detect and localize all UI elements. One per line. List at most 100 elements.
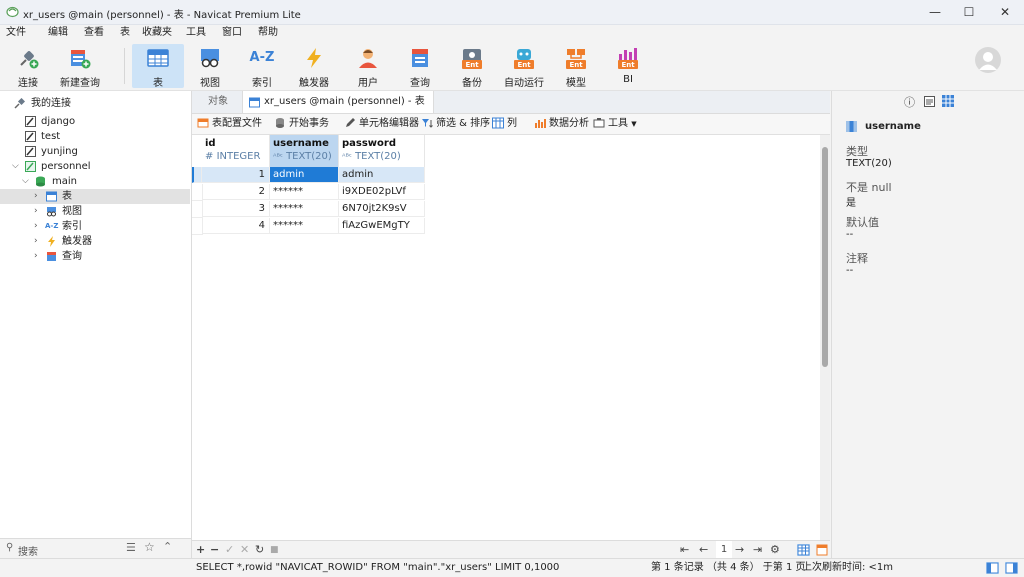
info-icon[interactable]: ⓘ: [904, 94, 915, 110]
delete-record-button[interactable]: −: [210, 541, 219, 559]
table-config-button[interactable]: 表配置文件: [197, 114, 262, 134]
model-button[interactable]: Ent 模型: [556, 44, 596, 89]
avatar[interactable]: [974, 46, 1002, 74]
left-panel-toggle-icon[interactable]: [986, 562, 999, 574]
tree-item-connection[interactable]: test: [0, 129, 190, 144]
cell-password[interactable]: admin: [339, 167, 425, 183]
tree-item-connection[interactable]: yunjing: [0, 144, 190, 159]
cell-username[interactable]: ******: [270, 218, 339, 234]
cell-id[interactable]: 4: [202, 218, 270, 234]
close-button[interactable]: ✕: [988, 0, 1022, 24]
chevron-down-icon[interactable]: ⌵: [22, 174, 29, 189]
tree-item-schema[interactable]: ⌵ main: [0, 174, 190, 189]
apply-changes-button[interactable]: ✓: [225, 541, 234, 559]
first-page-button[interactable]: ⇤: [680, 541, 689, 559]
star-icon[interactable]: ☆: [144, 540, 155, 554]
cell-id[interactable]: 1: [202, 167, 270, 183]
scrollbar-thumb[interactable]: [822, 147, 828, 367]
cell-username[interactable]: admin: [270, 167, 339, 183]
svg-text:Ent: Ent: [621, 61, 635, 69]
filter-icon[interactable]: ☰: [126, 541, 136, 554]
data-analysis-button[interactable]: 数据分析: [534, 114, 589, 134]
grid-view-icon[interactable]: [797, 544, 810, 556]
chevron-right-icon[interactable]: ›: [34, 189, 38, 204]
collapse-icon[interactable]: ⌃: [163, 540, 172, 553]
tools-dropdown[interactable]: 工具 ▼: [593, 114, 637, 134]
tree-item-views[interactable]: › 视图: [0, 204, 190, 219]
preview-panel-icon[interactable]: [942, 95, 954, 107]
last-page-button[interactable]: ⇥: [753, 541, 762, 559]
sqlite-connection-icon: [25, 116, 36, 127]
query-button[interactable]: 查询: [400, 44, 440, 89]
right-panel-toggle-icon[interactable]: [1005, 562, 1018, 574]
chevron-right-icon[interactable]: ›: [34, 219, 38, 234]
menu-edit[interactable]: 编辑: [34, 25, 76, 41]
stop-button[interactable]: ■: [270, 541, 279, 559]
menu-file[interactable]: 文件: [0, 25, 34, 41]
cell-id[interactable]: 2: [202, 184, 270, 200]
column-header-id[interactable]: id # INTEGER: [202, 135, 270, 168]
search-input[interactable]: 搜索: [18, 543, 38, 558]
automation-button[interactable]: Ent 自动运行: [502, 44, 546, 89]
tree-item-connection[interactable]: django: [0, 114, 190, 129]
data-grid: id # INTEGER username ᴬᴮᶜ TEXT(20) passw…: [192, 135, 820, 540]
default-label: 默认值: [846, 216, 879, 229]
cell-editor-button[interactable]: 单元格编辑器: [344, 114, 419, 134]
view-button[interactable]: 视图: [190, 44, 230, 89]
next-page-button[interactable]: →: [735, 541, 744, 559]
ddl-icon[interactable]: [924, 96, 935, 107]
cell-password[interactable]: fiAzGwEMgTY: [339, 218, 425, 234]
new-query-button[interactable]: 新建查询: [56, 44, 104, 89]
caret-down-icon: ▼: [631, 120, 637, 128]
columns-button[interactable]: 列: [492, 114, 517, 134]
cell-password[interactable]: 6N70jt2K9sV: [339, 201, 425, 217]
bi-button[interactable]: Ent BI: [610, 44, 646, 88]
trigger-button[interactable]: 触发器: [294, 44, 334, 89]
chevron-right-icon[interactable]: ›: [34, 204, 38, 219]
form-view-icon[interactable]: [816, 544, 828, 556]
menu-favorites[interactable]: 收藏夹: [138, 25, 180, 41]
prev-page-button[interactable]: ←: [699, 541, 708, 559]
backup-button[interactable]: Ent 备份: [452, 44, 492, 89]
menu-help[interactable]: 帮助: [250, 25, 286, 41]
column-header-password[interactable]: password ᴬᴮᶜ TEXT(20): [339, 135, 425, 168]
filter-sort-button[interactable]: 筛选 & 排序: [421, 114, 490, 134]
chevron-down-icon[interactable]: ⌵: [12, 159, 19, 174]
tree-header-my-connections[interactable]: 我的连接: [0, 96, 190, 111]
begin-transaction-button[interactable]: 开始事务: [274, 114, 329, 134]
tab-objects[interactable]: 对象: [208, 91, 228, 113]
grid-vertical-scrollbar[interactable]: [820, 135, 830, 540]
settings-icon[interactable]: ⚙: [770, 541, 780, 559]
tree-item-tables[interactable]: › 表: [0, 189, 190, 204]
table-button[interactable]: 表: [132, 44, 184, 89]
cell-id[interactable]: 3: [202, 201, 270, 217]
column-header-username[interactable]: username ᴬᴮᶜ TEXT(20): [270, 135, 339, 168]
chevron-right-icon[interactable]: ›: [34, 249, 38, 264]
menu-window[interactable]: 窗口: [214, 25, 250, 41]
tree-item-triggers[interactable]: › 触发器: [0, 234, 190, 249]
cell-password[interactable]: i9XDE02pLVf: [339, 184, 425, 200]
connect-button[interactable]: 连接: [8, 44, 48, 89]
row-indicator[interactable]: [192, 167, 202, 183]
chevron-right-icon[interactable]: ›: [34, 234, 38, 249]
menu-tools[interactable]: 工具: [180, 25, 214, 41]
tree-item-indexes[interactable]: › A-Z 索引: [0, 219, 190, 234]
tree-item-queries[interactable]: › 查询: [0, 249, 190, 264]
backup-icon: Ent: [462, 49, 482, 69]
minimize-button[interactable]: —: [918, 0, 952, 24]
index-button[interactable]: A-Z 索引: [242, 44, 282, 89]
tab-xr-users[interactable]: xr_users @main (personnel) - 表: [242, 91, 434, 113]
discard-changes-button[interactable]: ✕: [240, 541, 249, 559]
tree-item-connection-open[interactable]: ⌵ personnel: [0, 159, 190, 174]
maximize-button[interactable]: ☐: [952, 0, 986, 24]
user-button[interactable]: 用户: [348, 44, 388, 89]
refresh-button[interactable]: ↻: [255, 541, 264, 559]
cell-username[interactable]: ******: [270, 184, 339, 200]
menu-view[interactable]: 查看: [76, 25, 112, 41]
page-number-input[interactable]: 1: [716, 541, 732, 559]
cell-username[interactable]: ******: [270, 201, 339, 217]
table-config-icon: [197, 118, 209, 128]
comment-label: 注释: [846, 252, 868, 265]
add-record-button[interactable]: +: [196, 541, 205, 559]
menu-table[interactable]: 表: [112, 25, 138, 41]
